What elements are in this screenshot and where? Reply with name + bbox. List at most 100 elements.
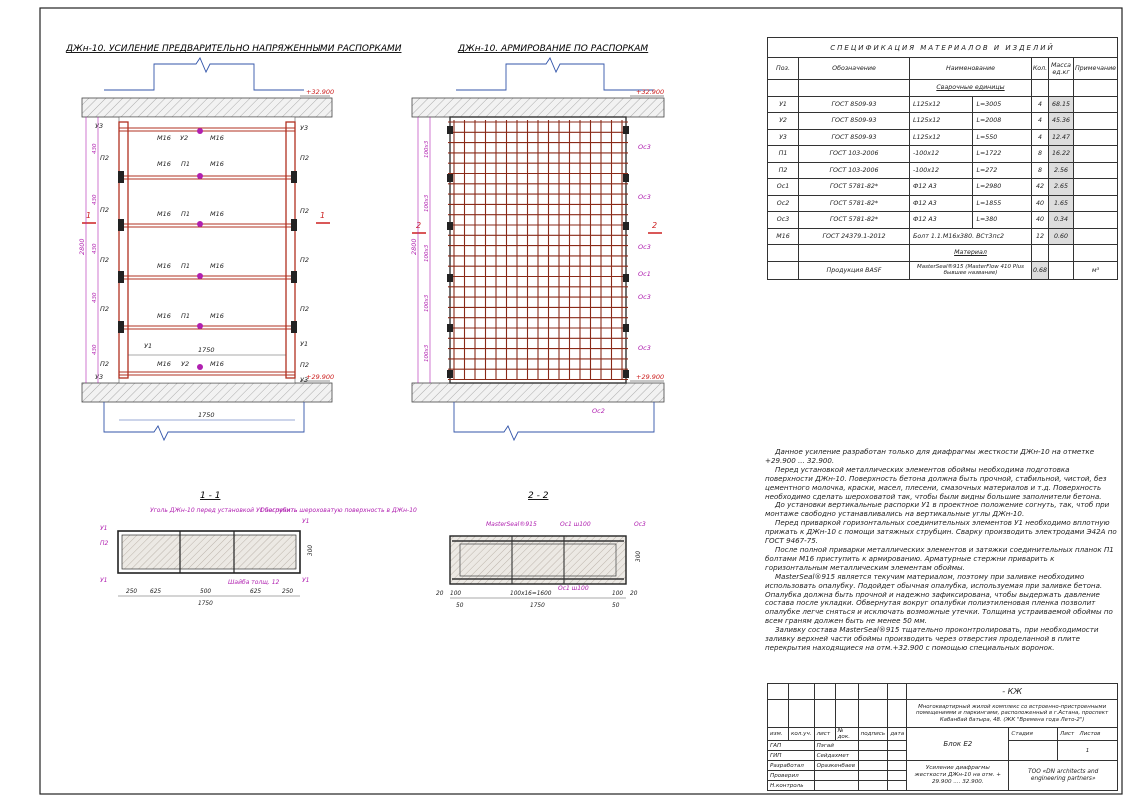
cut-2-right: 2 bbox=[652, 221, 657, 230]
spec-cell-qty: 12 bbox=[1031, 227, 1049, 245]
svg-text:У1: У1 bbox=[302, 518, 309, 525]
svg-text:П2: П2 bbox=[300, 361, 309, 369]
tb-col-sign: подпись bbox=[857, 727, 889, 741]
general-notes: Данное усиление разработан только для ди… bbox=[765, 447, 1117, 653]
tb-sheet-title: Усиление диафрагмы жесткости ДЖн-10 на о… bbox=[906, 760, 1010, 791]
svg-text:У2: У2 bbox=[180, 134, 188, 142]
spec-cell-mass: 0.34 bbox=[1048, 211, 1074, 229]
spec-cell-name: Ф12 А3 bbox=[908, 178, 974, 196]
spec-cell-doc: ГОСТ 8509-93 bbox=[798, 112, 910, 130]
note-paragraph: Данное усиление разработан только для ди… bbox=[765, 447, 1095, 465]
bottom-slab bbox=[81, 382, 333, 403]
right-elevation-title: ДЖн-10. АРМИРОВАНИЕ ПО РАСПОРКАМ bbox=[457, 44, 648, 54]
svg-text:430: 430 bbox=[92, 194, 98, 205]
spec-cell-doc: ГОСТ 5781-82* bbox=[798, 194, 910, 212]
spec-cell-qty: 8 bbox=[1031, 145, 1049, 163]
spec-cell-doc: ГОСТ 103-2006 bbox=[798, 145, 910, 163]
svg-text:430: 430 bbox=[92, 143, 98, 154]
tb-sheets-h: Листов bbox=[1079, 731, 1101, 737]
svg-text:П2: П2 bbox=[300, 305, 309, 313]
spec-cell-pos: П1 bbox=[767, 145, 799, 163]
svg-text:У1: У1 bbox=[300, 340, 308, 348]
tb-sheet-no: 1 bbox=[1057, 740, 1118, 761]
svg-text:П1: П1 bbox=[181, 210, 190, 218]
spec-cell-name: Ф12 А3 bbox=[908, 211, 974, 229]
svg-text:Ос3: Ос3 bbox=[638, 293, 651, 301]
spec-cell-len: L=1722 bbox=[972, 145, 1032, 163]
tb-role-3: Проверил bbox=[767, 770, 815, 781]
svg-text:50: 50 bbox=[456, 603, 464, 609]
section-1-title: 1 - 1 bbox=[200, 491, 220, 501]
svg-text:Ос3: Ос3 bbox=[638, 193, 651, 201]
svg-text:430: 430 bbox=[92, 344, 98, 355]
spec-cell-len: L=1855 bbox=[972, 194, 1032, 212]
title-block: - КЖ Многоквартирный жилой комплекс со в… bbox=[767, 683, 1118, 791]
spec-material-qty: 0.68 bbox=[1031, 260, 1049, 280]
tb-role-4: Н.контроль bbox=[767, 780, 815, 791]
svg-text:М16: М16 bbox=[210, 360, 224, 368]
svg-text:1750: 1750 bbox=[530, 603, 545, 609]
spec-cell-doc: ГОСТ 8509-93 bbox=[798, 128, 910, 146]
break-line-bottom-r bbox=[453, 402, 655, 442]
tb-stage-h: Стадия bbox=[1008, 727, 1058, 741]
tb-name-2: Оразкенбаев bbox=[813, 760, 859, 771]
spec-cell-note bbox=[1073, 145, 1118, 163]
spec-h-mass: Масса ед.кг bbox=[1048, 57, 1074, 80]
break-line-top bbox=[104, 57, 304, 91]
section-1-wall bbox=[121, 534, 297, 570]
svg-text:У1: У1 bbox=[302, 577, 309, 584]
note-paragraph: До установки вертикальные распорки У1 в … bbox=[765, 500, 1110, 519]
tb-role-2: Разработал bbox=[767, 760, 815, 771]
spec-h-designation: Обозначение bbox=[798, 57, 910, 80]
svg-text:П2: П2 bbox=[100, 206, 109, 214]
svg-text:М16: М16 bbox=[157, 262, 171, 270]
tb-code: - КЖ bbox=[906, 683, 1118, 700]
svg-text:У1: У1 bbox=[100, 577, 107, 584]
spec-cell-mass: 1.65 bbox=[1048, 194, 1074, 212]
svg-text:Ос2: Ос2 bbox=[592, 407, 605, 415]
svg-text:100x16=1600: 100x16=1600 bbox=[510, 591, 552, 597]
spec-row: Ос3 ГОСТ 5781-82* Ф12 А3 L=380 40 0.34 bbox=[767, 211, 1118, 229]
spec-cell-qty: 4 bbox=[1031, 95, 1049, 113]
tb-col-kol: кол.уч. bbox=[788, 727, 815, 741]
spec-cell-name: -100х12 bbox=[908, 161, 974, 179]
spec-cell-pos: П2 bbox=[767, 161, 799, 179]
svg-text:300: 300 bbox=[308, 545, 314, 556]
spec-cell-note bbox=[1073, 128, 1118, 146]
spec-cell-len: L=380 bbox=[972, 211, 1032, 229]
svg-text:Ос3: Ос3 bbox=[638, 344, 651, 352]
svg-text:Ос1 ш100: Ос1 ш100 bbox=[560, 521, 591, 528]
svg-text:100: 100 bbox=[612, 591, 623, 597]
level-top-right: +32.900 bbox=[636, 88, 664, 96]
svg-text:П2: П2 bbox=[300, 154, 309, 162]
svg-text:100x3: 100x3 bbox=[424, 194, 430, 212]
svg-text:500: 500 bbox=[200, 589, 211, 595]
left-side-dims: 430 430 430 430 430 bbox=[92, 143, 98, 355]
svg-text:У1: У1 bbox=[100, 525, 107, 532]
svg-text:Ос3: Ос3 bbox=[638, 243, 651, 251]
cut-1-right: 1 bbox=[320, 211, 325, 220]
svg-text:430: 430 bbox=[92, 243, 98, 254]
spec-cell-len: L=272 bbox=[972, 161, 1032, 179]
spec-cell-len: L=2980 bbox=[972, 178, 1032, 196]
bottom-slab-r bbox=[411, 382, 665, 403]
spec-h-pos: Поз. bbox=[767, 57, 799, 80]
spec-cell-note bbox=[1073, 227, 1118, 245]
cut-1-left: 1 bbox=[86, 211, 91, 220]
tb-col-date: дата bbox=[887, 727, 908, 741]
spec-cell-doc: ГОСТ 103-2006 bbox=[798, 161, 910, 179]
spec-cell-mass: 0.60 bbox=[1048, 227, 1074, 245]
svg-text:100x3: 100x3 bbox=[424, 140, 430, 158]
spec-material-doc: Продукция BASF bbox=[798, 260, 910, 280]
tb-name-1: Сейдахмет bbox=[813, 750, 859, 761]
svg-text:М16: М16 bbox=[157, 312, 171, 320]
spec-cell-pos: Ос2 bbox=[767, 194, 799, 212]
spec-cell-len: L=3005 bbox=[972, 95, 1032, 113]
spec-row: П2 ГОСТ 103-2006 -100х12 L=272 8 2.56 bbox=[767, 161, 1118, 179]
tb-name-4 bbox=[813, 780, 859, 791]
tb-block: Блок Е2 bbox=[906, 727, 1010, 761]
top-slab-r bbox=[411, 97, 665, 118]
spec-cell-doc: ГОСТ 8509-93 bbox=[798, 95, 910, 113]
level-top-left: +32.900 bbox=[306, 88, 334, 96]
svg-text:П1: П1 bbox=[181, 262, 190, 270]
